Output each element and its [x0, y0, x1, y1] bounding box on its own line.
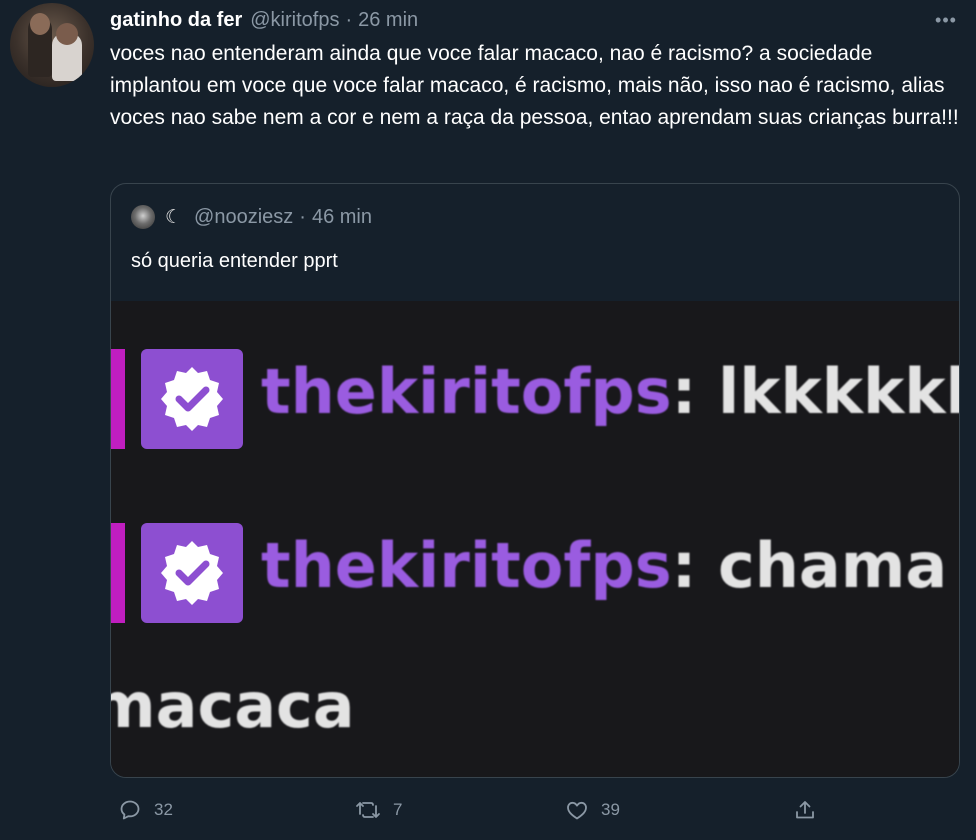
- chat-separator: :: [671, 355, 719, 428]
- tweet-text: voces nao entenderam ainda que voce fala…: [110, 42, 959, 129]
- tweet-header: gatinho da fer @kiritofps · 26 min: [110, 6, 418, 34]
- moon-icon: ☾: [165, 206, 183, 228]
- avatar-head-right: [56, 23, 78, 45]
- chat-message: thekiritofps: chama: [261, 529, 947, 602]
- avatar-head-left: [30, 13, 50, 35]
- retweet-count: 7: [393, 800, 403, 819]
- quoted-timestamp: 46 min: [311, 205, 372, 228]
- separator-dot: ·: [299, 205, 306, 228]
- verified-check-icon: [141, 523, 243, 623]
- share-button[interactable]: [793, 792, 829, 828]
- share-icon: [796, 801, 814, 819]
- chat-text: chama: [718, 529, 948, 602]
- verified-check-icon: [141, 349, 243, 449]
- chat-wrapped-text: macaca: [111, 669, 355, 742]
- like-button[interactable]: 39: [565, 792, 620, 828]
- reply-button[interactable]: 32: [118, 792, 173, 828]
- highlight-bar: [111, 349, 125, 449]
- chat-username: thekiritofps: [261, 529, 672, 602]
- quoted-avatar[interactable]: [131, 205, 155, 229]
- like-count: 39: [601, 800, 620, 819]
- avatar[interactable]: [10, 3, 94, 87]
- quoted-tweet-text: só queria entender pprt: [131, 250, 338, 272]
- quoted-tweet-header: ☾ @nooziesz · 46 min: [131, 204, 372, 230]
- quoted-media-image[interactable]: thekiritofps: lkkkkkk thekiritofps: cham…: [111, 301, 960, 777]
- highlight-bar: [111, 523, 125, 623]
- tweet[interactable]: gatinho da fer @kiritofps · 26 min ••• v…: [0, 0, 976, 840]
- separator-dot: ·: [345, 8, 353, 31]
- quoted-user-handle[interactable]: @nooziesz: [194, 206, 293, 229]
- timestamp[interactable]: 26 min: [358, 9, 418, 32]
- quoted-tweet[interactable]: ☾ @nooziesz · 46 min só queria entender …: [110, 183, 960, 778]
- reply-count: 32: [154, 800, 173, 819]
- retweet-icon: [356, 802, 380, 818]
- more-icon[interactable]: •••: [932, 8, 960, 32]
- user-handle[interactable]: @kiritofps: [250, 9, 339, 32]
- display-name[interactable]: gatinho da fer: [110, 9, 242, 32]
- chat-text: lkkkkkk: [718, 355, 960, 428]
- tweet-actions: 32 7 39: [110, 792, 960, 828]
- retweet-button[interactable]: 7: [355, 792, 402, 828]
- chat-username: thekiritofps: [261, 355, 672, 428]
- chat-separator: :: [671, 529, 719, 602]
- reply-icon: [120, 800, 140, 820]
- chat-line: thekiritofps: lkkkkkk: [111, 349, 960, 449]
- like-icon: [567, 801, 587, 820]
- chat-message: thekiritofps: lkkkkkk: [261, 355, 960, 428]
- chat-line: thekiritofps: chama: [111, 523, 959, 623]
